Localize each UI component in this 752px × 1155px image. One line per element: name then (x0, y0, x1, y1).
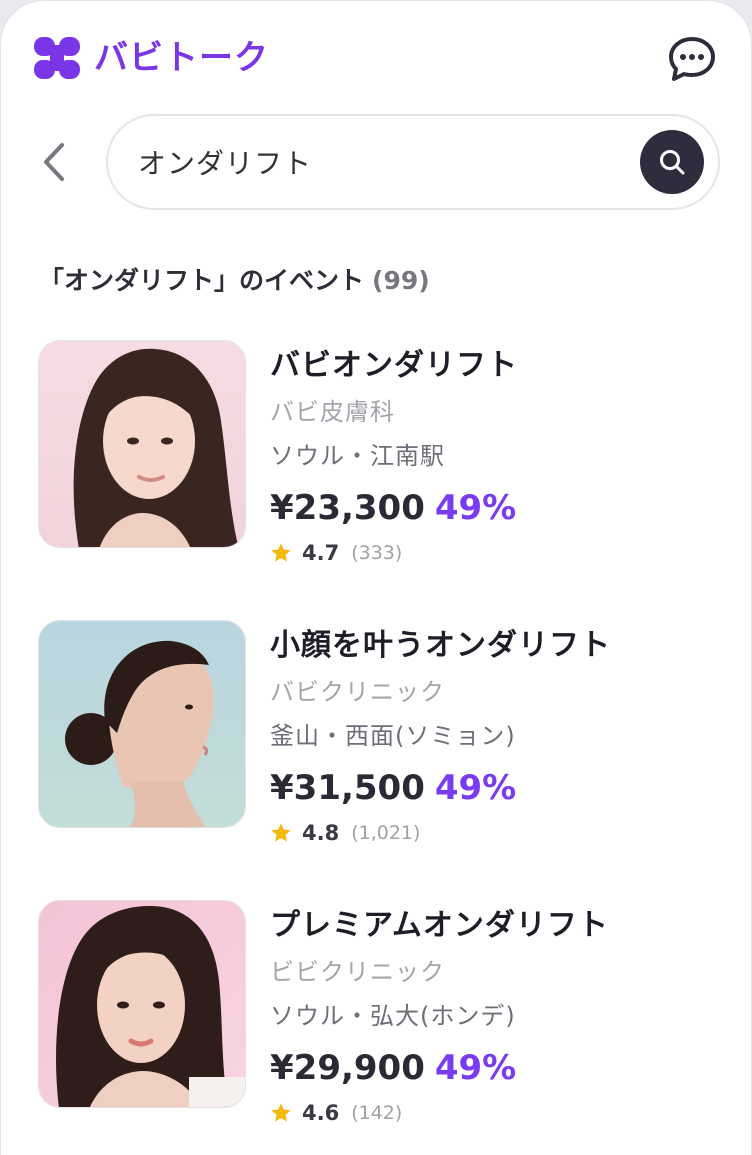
event-image (39, 621, 245, 827)
event-card[interactable]: プレミアムオンダリフト ビビクリニック ソウル・弘大(ホンデ) ¥29,900 4… (38, 900, 728, 1130)
review-count: (142) (351, 1102, 403, 1124)
event-price: ¥23,300 (270, 488, 425, 528)
clinic-location: ソウル・弘大(ホンデ) (270, 1002, 516, 1030)
app-name: バビトーク (94, 38, 269, 78)
clinic-name: バビクリニック (270, 678, 445, 706)
event-title: 小顔を叶うオンダリフト (270, 628, 611, 663)
app-header: バビトーク (1, 1, 751, 113)
search-button[interactable] (640, 130, 704, 194)
event-thumbnail (38, 340, 246, 548)
butterfly-logo-icon (34, 37, 80, 79)
event-card[interactable]: バビオンダリフト バビ皮膚科 ソウル・江南駅 ¥23,300 49% 4.7 (3… (38, 340, 728, 570)
rating-value: 4.8 (302, 821, 340, 845)
event-thumbnail (38, 620, 246, 828)
rating-value: 4.6 (302, 1101, 340, 1125)
clinic-name: バビ皮膚科 (270, 398, 395, 426)
app-logo[interactable]: バビトーク (34, 37, 269, 79)
back-button[interactable] (37, 139, 73, 185)
clinic-location: 釜山・西面(ソミョン) (270, 722, 516, 750)
rating-row: 4.8 (1,021) (270, 818, 420, 848)
event-title: プレミアムオンダリフト (270, 908, 609, 943)
rating-value: 4.7 (302, 541, 340, 565)
price-row: ¥23,300 49% (270, 484, 516, 538)
search-input[interactable] (138, 138, 618, 186)
chevron-left-icon (44, 143, 64, 181)
discount-badge: 49% (434, 488, 517, 528)
rating-row: 4.7 (333) (270, 538, 402, 568)
clinic-location: ソウル・江南駅 (270, 442, 445, 470)
price-row: ¥31,500 49% (270, 764, 516, 818)
clinic-name: ビビクリニック (270, 958, 445, 986)
event-card[interactable]: 小顔を叶うオンダリフト バビクリニック 釜山・西面(ソミョン) ¥31,500 4… (38, 620, 728, 850)
star-icon (271, 1103, 291, 1122)
star-icon (271, 543, 291, 562)
search-bar (106, 114, 720, 210)
event-thumbnail (38, 900, 246, 1108)
results-title: 「オンダリフト」のイベント (39, 266, 365, 295)
discount-badge: 49% (434, 768, 517, 808)
event-title: バビオンダリフト (270, 348, 518, 383)
review-count: (333) (351, 542, 403, 564)
app-screen: バビトーク 「オンダリフト」のイベント(99) (0, 0, 752, 1155)
price-row: ¥29,900 49% (270, 1044, 516, 1098)
results-heading: 「オンダリフト」のイベント (99) (39, 263, 430, 299)
event-price: ¥29,900 (270, 1048, 425, 1088)
results-count: (99) (372, 266, 430, 295)
search-icon (660, 150, 685, 175)
event-image (39, 341, 245, 547)
star-icon (271, 823, 291, 842)
chat-bubble-icon (669, 37, 715, 81)
discount-badge: 49% (434, 1048, 517, 1088)
event-image (39, 901, 245, 1107)
rating-row: 4.6 (142) (270, 1098, 402, 1128)
chat-button[interactable] (667, 35, 717, 83)
event-price: ¥31,500 (270, 768, 425, 808)
review-count: (1,021) (351, 822, 421, 844)
